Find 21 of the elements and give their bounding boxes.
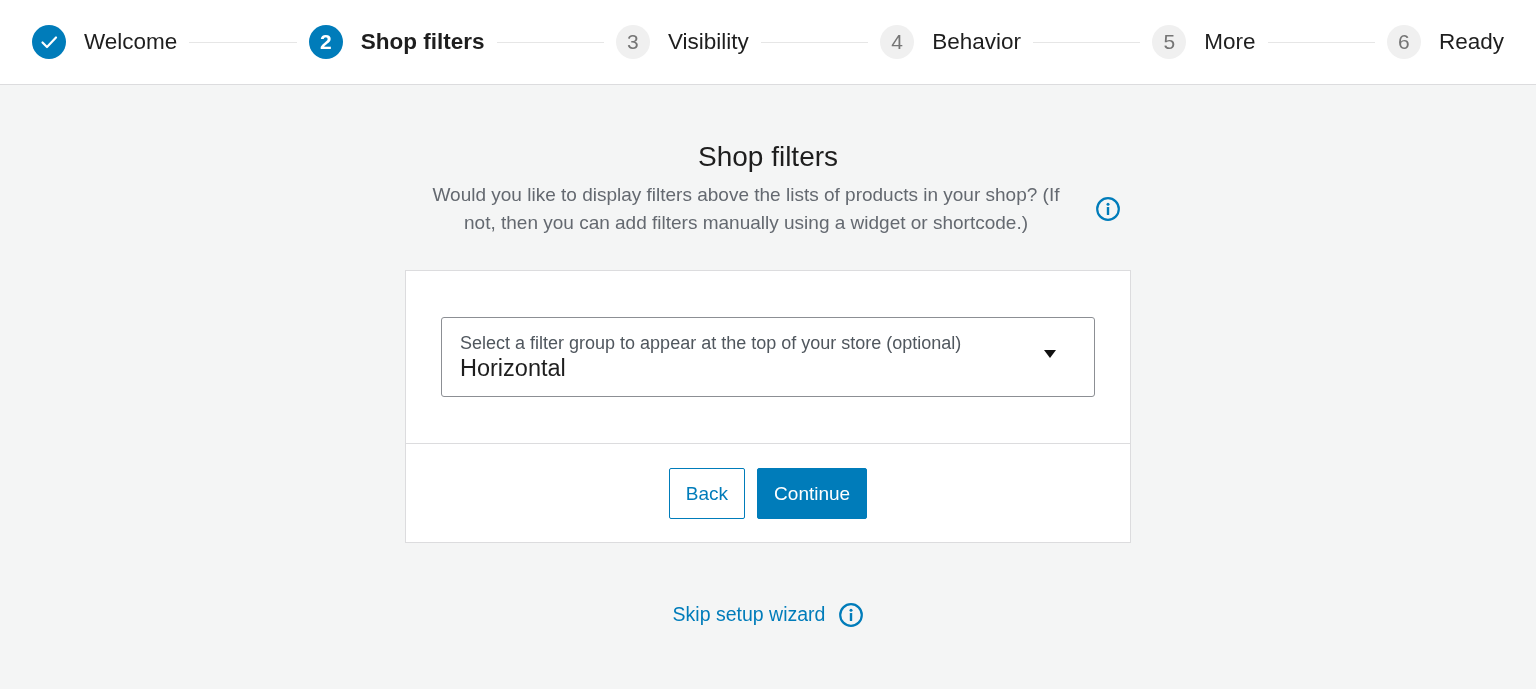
info-icon[interactable] <box>1096 197 1120 221</box>
step-number: 3 <box>615 25 650 59</box>
back-button[interactable]: Back <box>668 468 746 519</box>
step-label: More <box>1204 29 1256 55</box>
step-label: Visibility <box>667 29 749 55</box>
step-label: Ready <box>1438 29 1504 55</box>
page-title: Shop filters <box>697 140 839 173</box>
step-number: 5 <box>1152 25 1187 59</box>
step-label: Shop filters <box>360 29 485 55</box>
skip-link[interactable]: Skip setup wizard <box>672 601 826 628</box>
caret-icon <box>1044 350 1056 358</box>
description-text: Would you like to display filters above the lists of products in your shop? (If not, then you can add filters manually using a widget or shortcode.) <box>431 183 1061 235</box>
continue-button[interactable]: Continue <box>757 468 868 519</box>
step-label: Welcome <box>84 29 178 55</box>
step-label: Behavior <box>932 29 1021 55</box>
info-icon[interactable] <box>839 602 864 627</box>
step-number: 4 <box>880 25 915 59</box>
step-number: 2 <box>308 25 343 59</box>
filter-group-select[interactable]: Select a filter group to appear at the top of your store (optional) Horizontal <box>441 317 1095 397</box>
step-number: 6 <box>1386 25 1421 59</box>
floating-label: Select a filter group to appear at the top of your store (optional) <box>460 332 962 354</box>
